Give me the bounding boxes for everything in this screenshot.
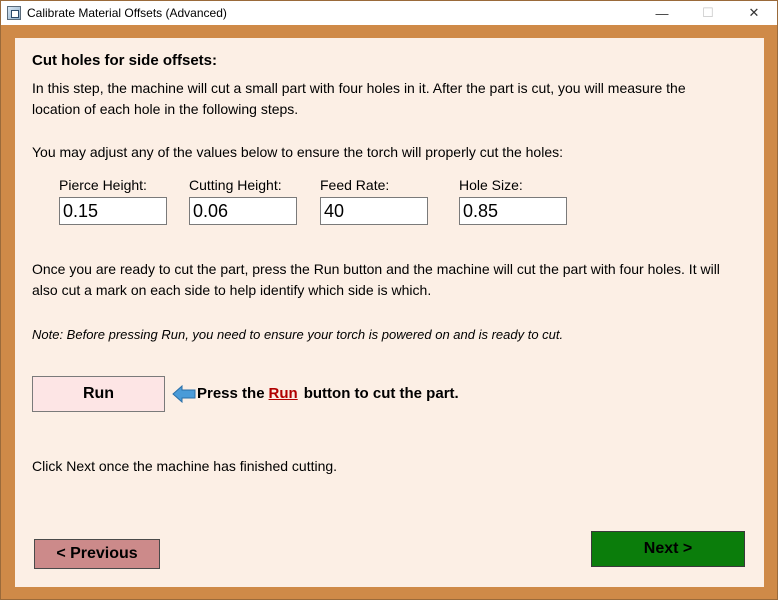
pierce-height-input[interactable] (59, 197, 167, 225)
cutting-height-input[interactable] (189, 197, 297, 225)
feed-rate-input[interactable] (320, 197, 428, 225)
hole-size-input[interactable] (459, 197, 567, 225)
wizard-panel: Cut holes for side offsets: In this step… (15, 38, 764, 587)
arrow-left-icon (172, 385, 196, 403)
step-heading: Cut holes for side offsets: (32, 52, 218, 69)
run-button[interactable]: Run (32, 376, 165, 412)
window-controls: — ☐ ✕ (639, 1, 777, 25)
press-run-instruction: Press the Run button to cut the part. (197, 385, 459, 402)
maximize-button[interactable]: ☐ (685, 1, 731, 25)
finish-text: Click Next once the machine has finished… (32, 458, 338, 474)
press-suffix: button to cut the part. (303, 385, 459, 402)
previous-button[interactable]: < Previous (34, 539, 160, 569)
hole-size-label: Hole Size: (459, 177, 523, 193)
window-title: Calibrate Material Offsets (Advanced) (27, 6, 227, 20)
feed-rate-label: Feed Rate: (320, 177, 390, 193)
title-bar[interactable]: Calibrate Material Offsets (Advanced) — … (1, 1, 777, 25)
calibrate-window: Calibrate Material Offsets (Advanced) — … (0, 0, 778, 600)
adjust-text: You may adjust any of the values below t… (32, 144, 564, 160)
app-icon (7, 6, 21, 20)
run-link[interactable]: Run (269, 385, 298, 402)
pierce-height-label: Pierce Height: (59, 177, 147, 193)
cutting-height-label: Cutting Height: (189, 177, 282, 193)
next-button[interactable]: Next > (591, 531, 745, 567)
torch-note: Note: Before pressing Run, you need to e… (32, 327, 564, 342)
close-button[interactable]: ✕ (731, 1, 777, 25)
minimize-button[interactable]: — (639, 1, 685, 25)
press-prefix: Press the (197, 385, 265, 402)
ready-text: Once you are ready to cut the part, pres… (32, 261, 720, 298)
intro-text: In this step, the machine will cut a sma… (32, 80, 686, 117)
